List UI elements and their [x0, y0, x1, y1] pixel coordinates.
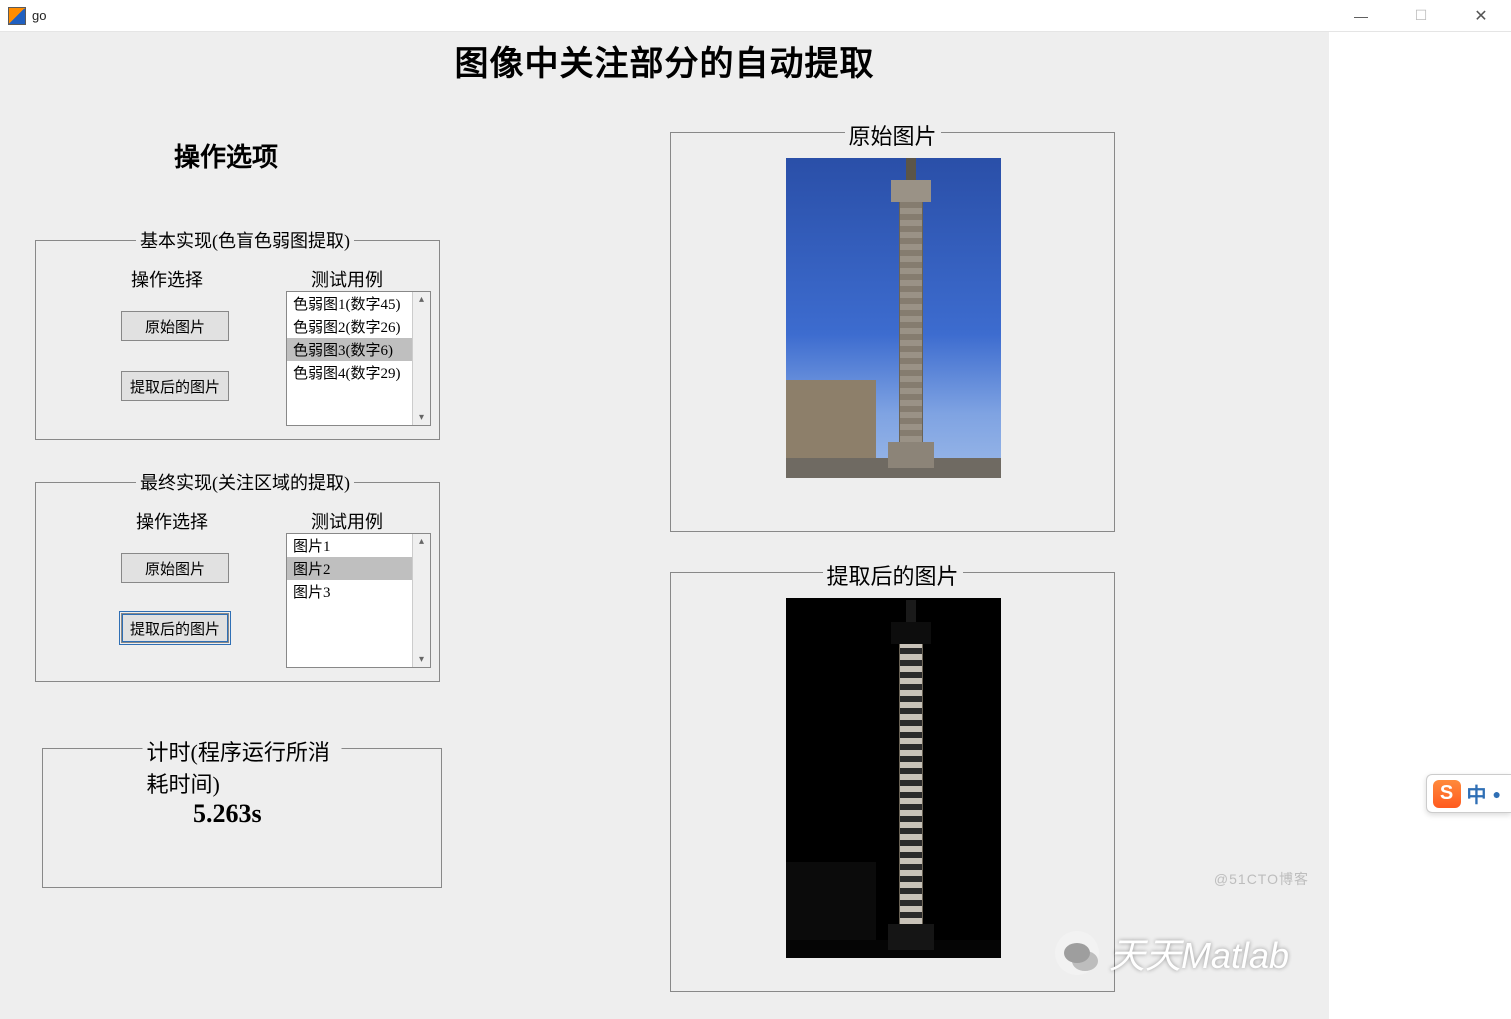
panel-basic-legend: 基本实现(色盲色弱图提取) — [136, 227, 354, 253]
chevron-up-icon[interactable]: ▴ — [419, 292, 424, 307]
window-title: go — [32, 8, 46, 23]
list-item[interactable]: 图片3 — [287, 580, 412, 603]
close-button[interactable]: ✕ — [1451, 0, 1511, 32]
maximize-button[interactable]: ☐ — [1391, 0, 1451, 32]
watermark-text: 天天Matlab — [1109, 927, 1289, 979]
btn-final-extracted[interactable]: 提取后的图片 — [121, 613, 229, 643]
ime-toolbar[interactable]: S 中 ● — [1426, 774, 1511, 813]
chevron-up-icon[interactable]: ▴ — [419, 534, 424, 549]
listbox-final[interactable]: 图片1 图片2 图片3 ▴▾ — [286, 533, 431, 668]
panel-timer-legend: 计时(程序运行所消耗时间) — [143, 735, 342, 799]
panel-image-original: 原始图片 — [670, 132, 1115, 532]
panel-basic: 基本实现(色盲色弱图提取) 操作选择 测试用例 原始图片 提取后的图片 色弱图1… — [35, 240, 440, 440]
listbox-basic-items: 色弱图1(数字45) 色弱图2(数字26) 色弱图3(数字6) 色弱图4(数字2… — [287, 292, 412, 425]
list-item[interactable]: 图片2 — [287, 557, 412, 580]
label-test-case-basic: 测试用例 — [311, 266, 383, 292]
image-extracted — [786, 598, 1001, 958]
scrollbar[interactable]: ▴▾ — [412, 534, 430, 667]
scrollbar[interactable]: ▴▾ — [412, 292, 430, 425]
ime-dot-icon: ● — [1493, 786, 1501, 802]
window-titlebar: go — ☐ ✕ — [0, 0, 1511, 32]
section-options-title: 操作选项 — [174, 137, 278, 174]
page-title: 图像中关注部分的自动提取 — [0, 36, 1329, 85]
minimize-button[interactable]: — — [1331, 0, 1391, 32]
list-item[interactable]: 色弱图2(数字26) — [287, 315, 412, 338]
timer-value: 5.263s — [193, 799, 262, 829]
btn-basic-extracted[interactable]: 提取后的图片 — [121, 371, 229, 401]
panel-image-extracted-legend: 提取后的图片 — [822, 559, 962, 591]
figure-canvas: 图像中关注部分的自动提取 操作选项 基本实现(色盲色弱图提取) 操作选择 测试用… — [0, 32, 1329, 1019]
watermark-wechat: 天天Matlab — [1055, 927, 1289, 979]
btn-basic-original[interactable]: 原始图片 — [121, 311, 229, 341]
watermark-51cto: @51CTO博客 — [1214, 869, 1309, 889]
sogou-icon: S — [1433, 780, 1461, 808]
list-item[interactable]: 色弱图3(数字6) — [287, 338, 412, 361]
label-op-select-final: 操作选择 — [136, 508, 208, 534]
panel-image-extracted: 提取后的图片 — [670, 572, 1115, 992]
ime-lang[interactable]: 中 — [1467, 779, 1487, 808]
listbox-final-items: 图片1 图片2 图片3 — [287, 534, 412, 667]
chevron-down-icon[interactable]: ▾ — [419, 652, 424, 667]
label-op-select-basic: 操作选择 — [131, 266, 203, 292]
listbox-basic[interactable]: 色弱图1(数字45) 色弱图2(数字26) 色弱图3(数字6) 色弱图4(数字2… — [286, 291, 431, 426]
app-icon — [8, 7, 26, 25]
panel-timer: 计时(程序运行所消耗时间) 5.263s — [42, 748, 442, 888]
list-item[interactable]: 色弱图1(数字45) — [287, 292, 412, 315]
panel-final: 最终实现(关注区域的提取) 操作选择 测试用例 原始图片 提取后的图片 图片1 … — [35, 482, 440, 682]
label-test-case-final: 测试用例 — [311, 508, 383, 534]
window-controls: — ☐ ✕ — [1331, 0, 1511, 32]
wechat-icon — [1055, 931, 1099, 975]
panel-final-legend: 最终实现(关注区域的提取) — [136, 469, 354, 495]
chevron-down-icon[interactable]: ▾ — [419, 410, 424, 425]
list-item[interactable]: 色弱图4(数字29) — [287, 361, 412, 384]
panel-image-original-legend: 原始图片 — [844, 119, 940, 151]
list-item[interactable]: 图片1 — [287, 534, 412, 557]
btn-final-original[interactable]: 原始图片 — [121, 553, 229, 583]
image-original — [786, 158, 1001, 478]
